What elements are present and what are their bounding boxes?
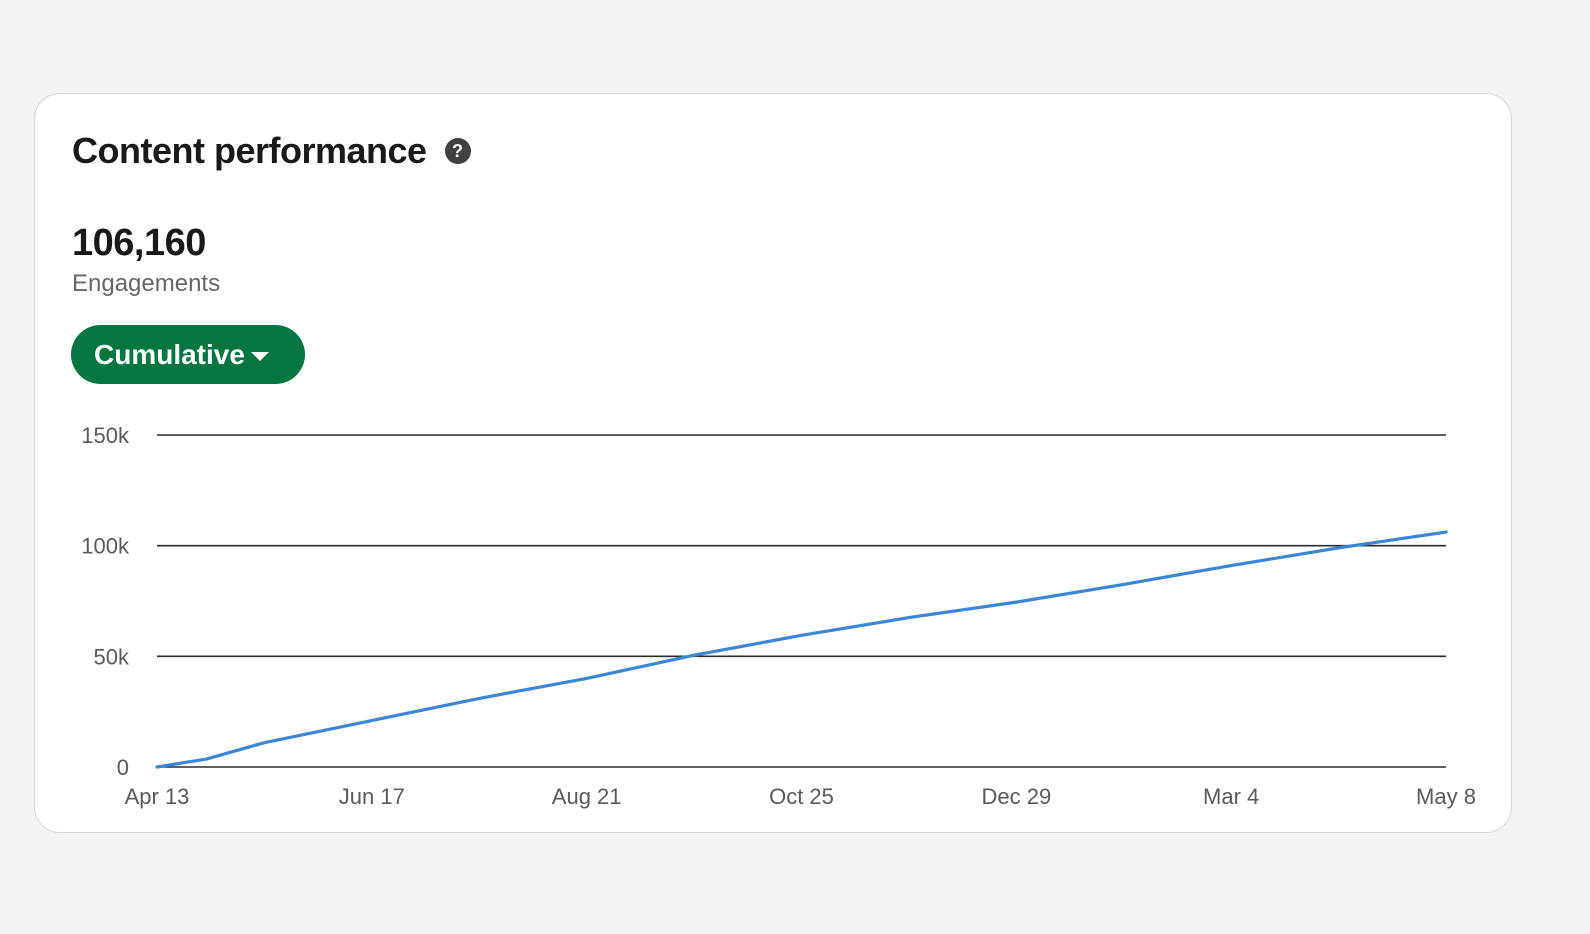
- x-tick-label: Oct 25: [769, 784, 834, 809]
- y-tick-label: 100k: [81, 534, 130, 559]
- content-performance-card: Content performance ? 106,160 Engagement…: [34, 93, 1512, 833]
- chart-series: [155, 530, 1448, 769]
- x-axis-tick-labels: Apr 13 Jun 17 Aug 21 Oct 25 Dec 29 Mar 4 May 8: [125, 784, 1476, 809]
- chart-gridlines: [157, 434, 1446, 768]
- x-tick-label: Apr 13: [125, 784, 190, 809]
- engagements-series-line: [155, 530, 1448, 769]
- x-tick-label: Mar 4: [1203, 784, 1259, 809]
- x-tick-label: Aug 21: [552, 784, 622, 809]
- engagements-line-chart: 0 50k 100k 150k Apr 13 Jun 17 Aug 21 Oct 25 Dec…: [81, 423, 1476, 809]
- x-tick-label: Dec 29: [981, 784, 1051, 809]
- x-tick-label: Jun 17: [339, 784, 405, 809]
- y-tick-label: 150k: [81, 423, 130, 448]
- y-axis-tick-labels: 0 50k 100k 150k: [81, 423, 130, 780]
- x-tick-label: May 8: [1416, 784, 1476, 809]
- y-tick-label: 0: [117, 755, 129, 780]
- y-tick-label: 50k: [94, 644, 130, 669]
